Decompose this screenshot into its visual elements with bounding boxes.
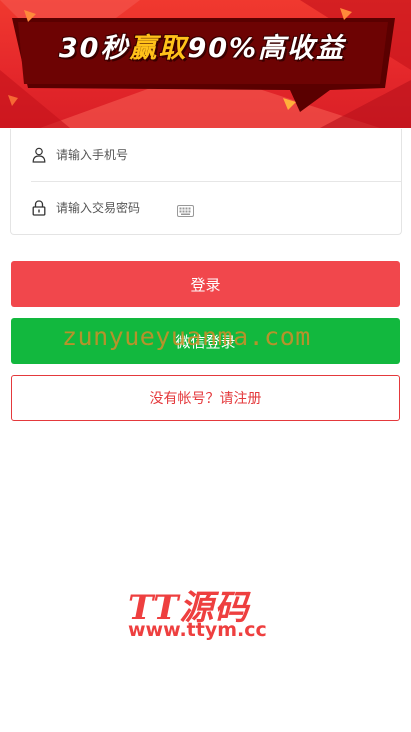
banner-title-suffix: 90%高收益 — [187, 32, 346, 64]
watermark-url: www.ttym.cc — [128, 619, 267, 641]
wechat-login-button[interactable]: 微信登录 — [11, 318, 400, 364]
user-icon — [31, 146, 47, 164]
phone-row — [11, 129, 401, 181]
banner-title-prefix: 30秒 — [58, 32, 130, 64]
login-form — [10, 129, 402, 235]
banner-title: 30秒 赢取 90%高收益 — [22, 22, 382, 68]
phone-input[interactable] — [56, 148, 316, 162]
banner-title-highlight: 赢取 — [129, 32, 188, 64]
register-link[interactable]: 没有帐号？请注册 — [11, 375, 400, 421]
promo-banner: 30秒 赢取 90%高收益 — [0, 0, 411, 128]
keyboard-icon[interactable] — [177, 202, 194, 221]
login-button[interactable]: 登录 — [11, 261, 400, 307]
password-row — [11, 182, 401, 234]
lock-icon — [31, 199, 47, 217]
